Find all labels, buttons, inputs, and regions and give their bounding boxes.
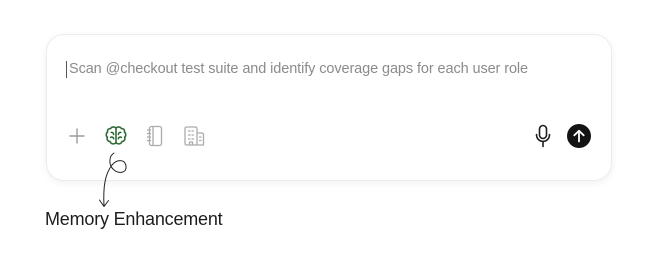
notebook-button[interactable] [142, 123, 168, 149]
notebook-icon [146, 125, 163, 147]
prompt-text[interactable]: Scan @checkout test suite and identify c… [69, 61, 528, 77]
stage: Scan @checkout test suite and identify c… [0, 0, 658, 268]
microphone-icon [535, 124, 551, 148]
prompt-input[interactable]: Scan @checkout test suite and identify c… [66, 59, 528, 79]
add-button[interactable] [66, 123, 88, 149]
microphone-button[interactable] [531, 123, 555, 149]
building-button[interactable] [181, 123, 207, 149]
annotation-label: Memory Enhancement [45, 209, 223, 229]
building-icon [184, 126, 205, 146]
text-caret [66, 60, 67, 78]
send-button[interactable] [567, 124, 591, 148]
annotation-arrow [99, 152, 127, 207]
brain-icon [105, 126, 127, 145]
memory-button[interactable] [103, 123, 129, 149]
arrow-up-icon [573, 129, 585, 143]
plus-icon [69, 128, 85, 144]
